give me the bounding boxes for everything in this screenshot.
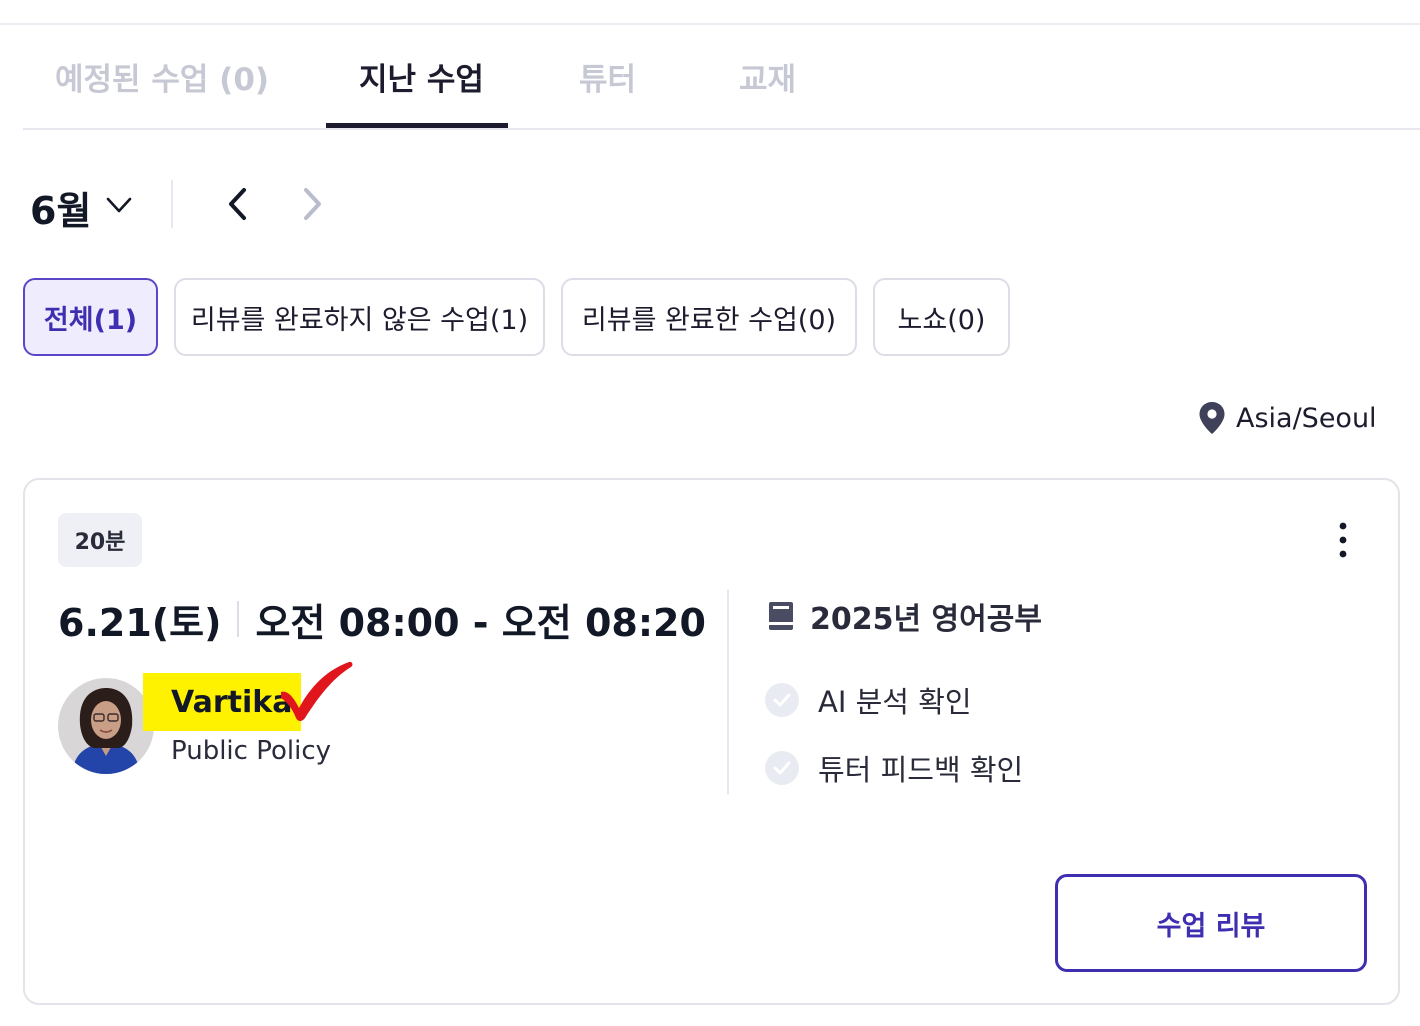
timezone-indicator[interactable]: Asia/Seoul — [1198, 398, 1377, 438]
lesson-review-button[interactable]: 수업 리뷰 — [1055, 874, 1367, 972]
month-divider — [171, 180, 173, 228]
filter-review-incomplete[interactable]: 리뷰를 완료하지 않은 수업(1) — [174, 278, 545, 356]
tutor-avatar[interactable] — [58, 678, 154, 774]
check-circle-icon — [765, 683, 799, 717]
filter-no-show[interactable]: 노쇼(0) — [873, 278, 1010, 356]
filter-review-complete[interactable]: 리뷰를 완료한 수업(0) — [561, 278, 857, 356]
map-pin-icon — [1199, 402, 1225, 434]
tab-materials[interactable]: 교재 — [739, 54, 796, 99]
tutor-name[interactable]: Vartika — [171, 685, 292, 720]
chevron-right-icon[interactable] — [292, 182, 332, 226]
timezone-label: Asia/Seoul — [1236, 402, 1377, 434]
course-info: 2025년 영어공부 — [766, 596, 1042, 637]
active-tab-indicator — [326, 123, 508, 128]
tab-bar: 예정된 수업 (0) 지난 수업 튜터 교재 — [23, 30, 1420, 130]
duration-badge: 20분 — [58, 513, 142, 567]
tab-past-lessons[interactable]: 지난 수업 — [359, 54, 484, 99]
lesson-card: 20분 6.21(토) 오전 08:00 - 오전 08:20 Vartika … — [23, 478, 1400, 1005]
top-divider — [0, 23, 1420, 25]
datetime-separator — [237, 601, 240, 637]
tab-upcoming-lessons[interactable]: 예정된 수업 (0) — [55, 54, 269, 99]
check-label: 튜터 피드백 확인 — [818, 753, 1024, 787]
check-label: AI 분석 확인 — [818, 685, 972, 719]
tab-tutors[interactable]: 튜터 — [579, 54, 636, 99]
more-options-icon[interactable] — [1328, 520, 1358, 560]
check-circle-icon — [765, 751, 799, 785]
chevron-left-icon[interactable] — [220, 182, 260, 226]
lesson-time: 오전 08:00 - 오전 08:20 — [255, 600, 706, 645]
lesson-datetime: 6.21(토) 오전 08:00 - 오전 08:20 — [58, 594, 706, 645]
card-divider — [727, 590, 729, 794]
lesson-date: 6.21(토) — [58, 600, 222, 645]
course-title: 2025년 영어공부 — [810, 602, 1042, 637]
tutor-feedback-check[interactable]: 튜터 피드백 확인 — [764, 748, 1023, 788]
filter-all[interactable]: 전체(1) — [23, 278, 158, 356]
chevron-down-icon[interactable] — [104, 190, 134, 220]
ai-analysis-check[interactable]: AI 분석 확인 — [764, 680, 972, 720]
red-checkmark-icon — [281, 661, 353, 721]
month-selector[interactable]: 6월 — [30, 180, 91, 235]
tutor-subtitle: Public Policy — [171, 736, 331, 766]
book-icon — [769, 602, 793, 630]
